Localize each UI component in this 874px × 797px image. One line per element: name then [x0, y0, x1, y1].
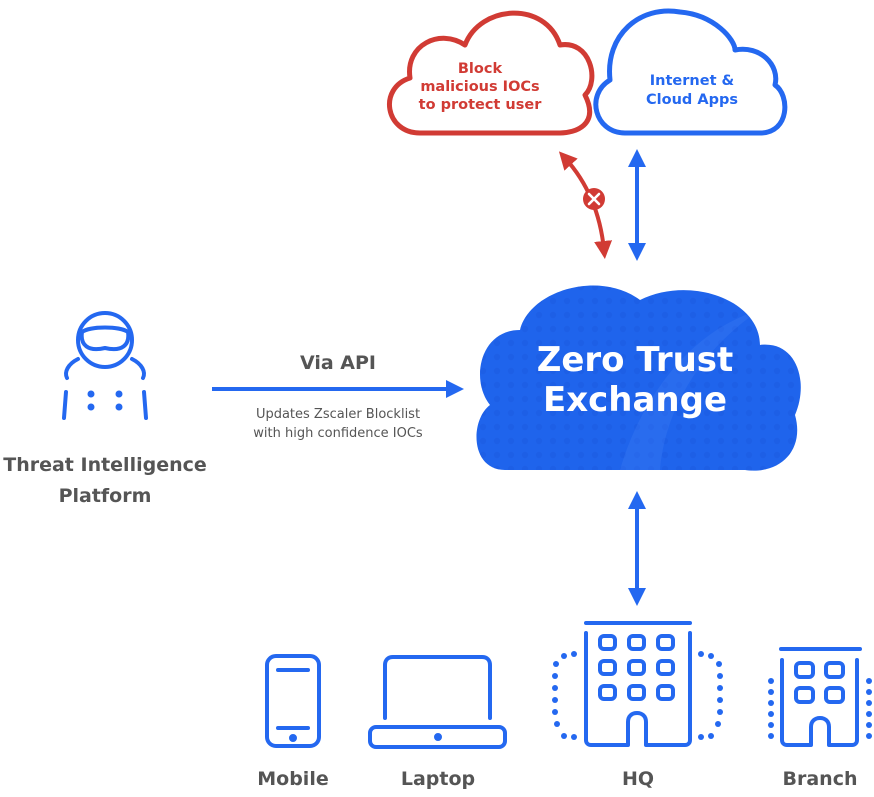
api-caption-line: with high confidence IOCs	[253, 426, 423, 441]
zte-cloud-line: Exchange	[542, 380, 728, 420]
threat-platform-label: Threat Intelligence Platform	[0, 450, 210, 512]
threat-platform-line: Threat Intelligence	[3, 454, 207, 476]
api-title: Via API	[299, 352, 377, 374]
api-caption-line: Updates Zscaler Blocklist	[255, 407, 421, 422]
endpoint-label-branch: Branch	[782, 768, 858, 790]
block-cloud-line: Block	[457, 61, 503, 77]
block-cloud-label: Block malicious IOCs to protect user	[400, 60, 560, 114]
api-caption: Updates Zscaler Blocklist with high conf…	[218, 405, 458, 443]
mobile-phone-icon	[265, 654, 321, 748]
laptop-icon	[368, 655, 507, 749]
branch-building-icon	[768, 647, 872, 747]
block-cloud-line: malicious IOCs	[420, 79, 540, 95]
threat-platform-line: Platform	[58, 485, 152, 507]
endpoint-label-hq: HQ	[621, 768, 655, 790]
internet-cloud-label: Internet & Cloud Apps	[612, 72, 772, 110]
internet-cloud-line: Internet &	[649, 73, 735, 89]
blocked-x-icon	[583, 188, 605, 210]
hq-building-icon	[552, 621, 723, 747]
endpoint-label-mobile: Mobile	[257, 768, 329, 790]
zte-cloud-label: Zero Trust Exchange	[505, 340, 765, 420]
zte-cloud-line: Zero Trust	[536, 340, 734, 380]
hacker-icon	[62, 311, 148, 420]
internet-cloud-line: Cloud Apps	[646, 92, 738, 108]
endpoint-label-laptop: Laptop	[400, 768, 476, 790]
block-cloud-line: to protect user	[418, 97, 542, 113]
